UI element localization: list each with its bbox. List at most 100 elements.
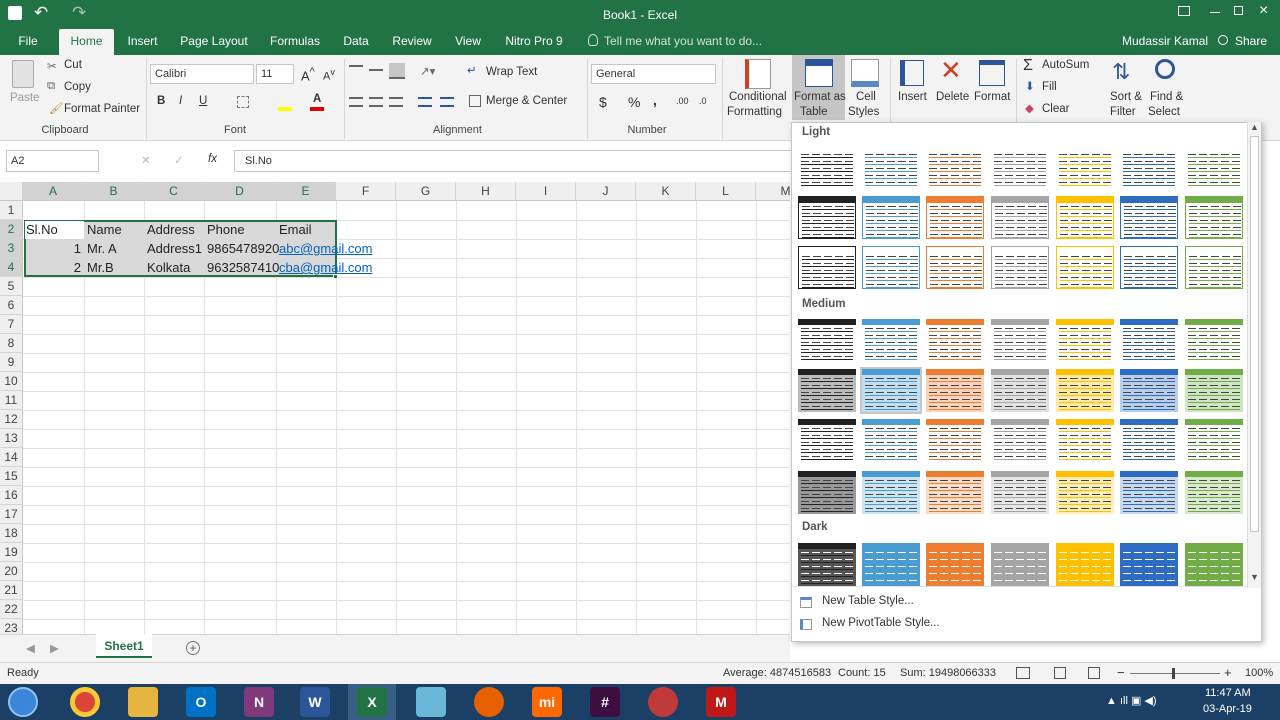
row-header[interactable]: 9 [0, 353, 23, 372]
table-style-thumbnail[interactable] [1056, 419, 1114, 462]
table-style-thumbnail[interactable] [798, 419, 856, 462]
column-header-f[interactable]: F [336, 182, 396, 201]
table-style-thumbnail[interactable] [991, 246, 1049, 289]
table-header-cell[interactable]: Address [145, 220, 204, 239]
table-style-thumbnail[interactable] [991, 471, 1049, 514]
wrap-text-button[interactable]: Wrap Text [486, 66, 537, 78]
row-header[interactable]: 16 [0, 486, 23, 505]
table-style-thumbnail[interactable] [862, 543, 920, 586]
minimize-icon[interactable] [1210, 12, 1220, 13]
align-left-icon[interactable] [349, 97, 363, 107]
table-style-thumbnail[interactable] [798, 471, 856, 514]
paste-icon[interactable] [12, 60, 34, 88]
onenote-icon[interactable]: N [244, 687, 274, 717]
table-style-thumbnail[interactable] [926, 319, 984, 362]
row-header[interactable]: 2 [0, 220, 23, 239]
scrollbar-thumb[interactable] [1250, 136, 1259, 532]
cancel-formula-icon[interactable]: ✕ [141, 153, 151, 167]
next-sheet-icon[interactable]: ▶ [50, 641, 59, 655]
table-style-thumbnail[interactable] [926, 246, 984, 289]
column-header-l[interactable]: L [696, 182, 756, 201]
table-style-thumbnail[interactable] [798, 543, 856, 586]
paste-button[interactable]: Paste [10, 92, 39, 104]
font-size-select[interactable]: 11 [256, 64, 294, 84]
table-style-thumbnail[interactable] [798, 196, 856, 239]
fill-button[interactable]: Fill [1042, 81, 1057, 93]
table-style-thumbnail[interactable] [1185, 369, 1243, 412]
table-style-thumbnail[interactable] [1056, 369, 1114, 412]
format-painter-button[interactable]: Format Painter [64, 103, 140, 115]
enter-formula-icon[interactable]: ✓ [174, 153, 184, 167]
row-header[interactable]: 4 [0, 258, 23, 277]
format-as-table-button[interactable]: Format as Table [792, 55, 846, 120]
conditional-formatting-button[interactable]: Conditional [729, 91, 787, 103]
table-style-thumbnail[interactable] [926, 145, 984, 188]
worksheet-grid[interactable]: A B C D E F G H I J K L M 1 2 3 4 5 6 7 … [0, 182, 790, 634]
table-style-thumbnail[interactable] [798, 246, 856, 289]
table-cell[interactable]: Mr.B [85, 258, 144, 277]
row-header[interactable]: 7 [0, 315, 23, 334]
outlook-icon[interactable]: O [186, 687, 216, 717]
start-button[interactable] [8, 687, 38, 717]
table-style-thumbnail[interactable] [862, 471, 920, 514]
table-style-thumbnail[interactable] [991, 419, 1049, 462]
slack-icon[interactable]: # [590, 687, 620, 717]
table-style-thumbnail[interactable] [1056, 471, 1114, 514]
table-style-thumbnail[interactable] [862, 246, 920, 289]
table-header-cell[interactable]: Name [85, 220, 144, 239]
table-style-thumbnail[interactable] [926, 543, 984, 586]
taskbar-time[interactable]: 11:47 AM [1205, 687, 1251, 699]
table-style-thumbnail[interactable] [1185, 196, 1243, 239]
zoom-slider-thumb[interactable] [1172, 668, 1175, 679]
table-style-thumbnail[interactable] [1056, 246, 1114, 289]
align-middle-icon[interactable] [369, 69, 383, 71]
insert-cells-button[interactable]: Insert [898, 91, 927, 103]
column-header-e[interactable]: E [276, 182, 336, 201]
table-style-thumbnail[interactable] [1185, 419, 1243, 462]
table-style-thumbnail[interactable] [926, 196, 984, 239]
file-explorer-icon[interactable] [128, 687, 158, 717]
tab-formulas[interactable]: Formulas [264, 31, 326, 55]
column-header-j[interactable]: J [576, 182, 636, 201]
italic-button[interactable]: I [179, 95, 182, 107]
column-header-c[interactable]: C [144, 182, 204, 201]
table-style-thumbnail[interactable] [1120, 246, 1178, 289]
table-style-thumbnail[interactable] [862, 145, 920, 188]
new-table-style-button[interactable]: New Table Style... [822, 595, 914, 607]
table-style-thumbnail[interactable] [860, 367, 922, 414]
conditional-formatting-button-line2[interactable]: Formatting [727, 106, 782, 118]
user-name[interactable]: Mudassir Kamal [1122, 34, 1208, 48]
zoom-level[interactable]: 100% [1245, 667, 1273, 679]
page-layout-view-icon[interactable] [1054, 667, 1066, 679]
table-style-thumbnail[interactable] [1120, 543, 1178, 586]
table-cell[interactable]: Mr. A [85, 239, 144, 258]
fill-color-icon[interactable] [278, 107, 292, 111]
table-style-thumbnail[interactable] [1120, 196, 1178, 239]
tab-review[interactable]: Review [388, 31, 436, 55]
prev-sheet-icon[interactable]: ◀ [26, 641, 35, 655]
table-style-thumbnail[interactable] [1185, 319, 1243, 362]
table-style-thumbnail[interactable] [1185, 145, 1243, 188]
table-cell[interactable]: Kolkata [145, 258, 204, 277]
column-header-m[interactable]: M [756, 182, 790, 201]
cell-styles-button-line2[interactable]: Styles [848, 106, 879, 118]
table-style-thumbnail[interactable] [991, 543, 1049, 586]
merge-center-button[interactable]: Merge & Center [486, 95, 567, 107]
ribbon-display-icon[interactable] [1178, 6, 1190, 16]
find-select-button-line2[interactable]: Select [1148, 106, 1180, 118]
page-break-view-icon[interactable] [1088, 667, 1100, 679]
find-select-button[interactable]: Find & [1150, 91, 1183, 103]
table-style-thumbnail[interactable] [1056, 145, 1114, 188]
currency-button[interactable]: $ [599, 94, 607, 110]
decrease-indent-icon[interactable] [418, 97, 432, 107]
name-box[interactable]: A2 [6, 150, 99, 172]
table-style-thumbnail[interactable] [926, 471, 984, 514]
clear-button[interactable]: Clear [1042, 103, 1069, 115]
row-header[interactable]: 17 [0, 505, 23, 524]
align-right-icon[interactable] [389, 97, 403, 107]
table-style-thumbnail[interactable] [798, 369, 856, 412]
table-style-thumbnail[interactable] [1185, 471, 1243, 514]
gallery-scrollbar[interactable]: ▲ ▼ [1247, 122, 1261, 588]
column-header-i[interactable]: I [516, 182, 576, 201]
row-header[interactable]: 14 [0, 448, 23, 467]
